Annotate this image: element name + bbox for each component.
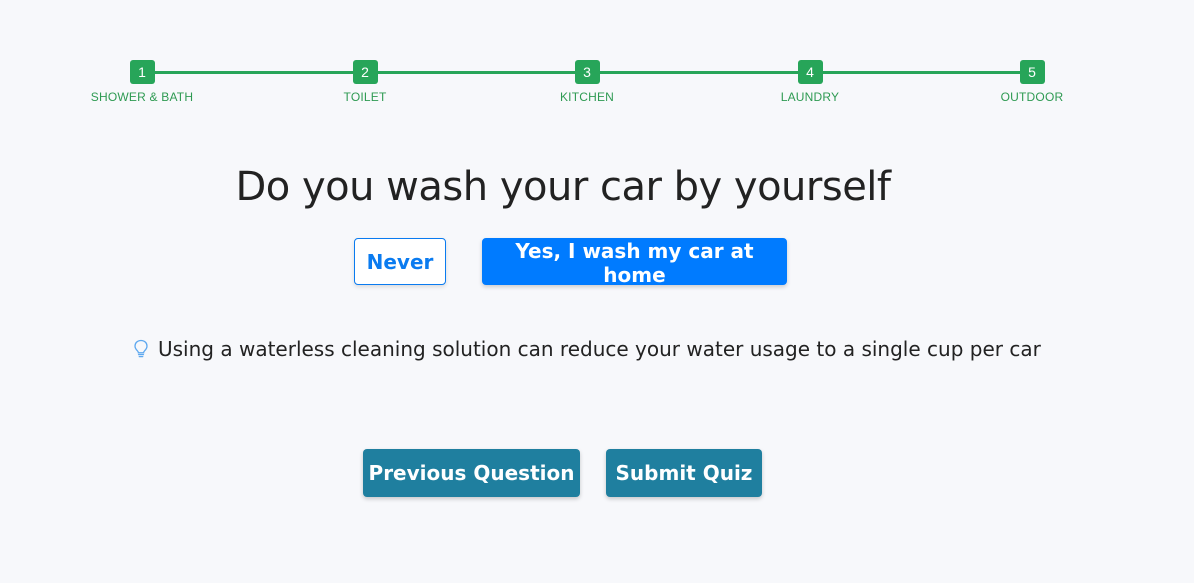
step-number: 2 bbox=[352, 60, 378, 84]
step-number: 3 bbox=[574, 60, 600, 84]
answer-options: Never Yes, I wash my car at home bbox=[354, 238, 787, 287]
yes-wash-at-home-button[interactable]: Yes, I wash my car at home bbox=[482, 238, 787, 287]
step-number: 5 bbox=[1019, 60, 1045, 84]
step-laundry[interactable]: 4 LAUNDRY bbox=[710, 60, 910, 104]
progress-stepper: 1 SHOWER & BATH 2 TOILET 3 KITCHEN 4 LAU… bbox=[0, 60, 1194, 120]
step-label: OUTDOOR bbox=[1000, 90, 1064, 104]
step-number: 1 bbox=[129, 60, 155, 84]
step-shower-bath[interactable]: 1 SHOWER & BATH bbox=[42, 60, 242, 104]
step-number: 4 bbox=[797, 60, 823, 84]
step-kitchen[interactable]: 3 KITCHEN bbox=[487, 60, 687, 104]
previous-question-button[interactable]: Previous Question bbox=[363, 449, 580, 497]
submit-quiz-button[interactable]: Submit Quiz bbox=[606, 449, 762, 497]
step-label: TOILET bbox=[343, 90, 387, 104]
quiz-navigation: Previous Question Submit Quiz bbox=[363, 449, 762, 497]
tip: Using a waterless cleaning solution can … bbox=[133, 337, 1041, 361]
lightbulb-icon bbox=[133, 339, 149, 359]
step-label: KITCHEN bbox=[559, 90, 615, 104]
quiz-page: 1 SHOWER & BATH 2 TOILET 3 KITCHEN 4 LAU… bbox=[0, 0, 1194, 583]
step-label: SHOWER & BATH bbox=[90, 90, 194, 104]
question-title: Do you wash your car by yourself bbox=[235, 164, 891, 210]
step-toilet[interactable]: 2 TOILET bbox=[265, 60, 465, 104]
step-outdoor[interactable]: 5 OUTDOOR bbox=[932, 60, 1132, 104]
never-button[interactable]: Never bbox=[354, 238, 446, 285]
tip-text: Using a waterless cleaning solution can … bbox=[158, 337, 1041, 361]
step-label: LAUNDRY bbox=[780, 90, 840, 104]
